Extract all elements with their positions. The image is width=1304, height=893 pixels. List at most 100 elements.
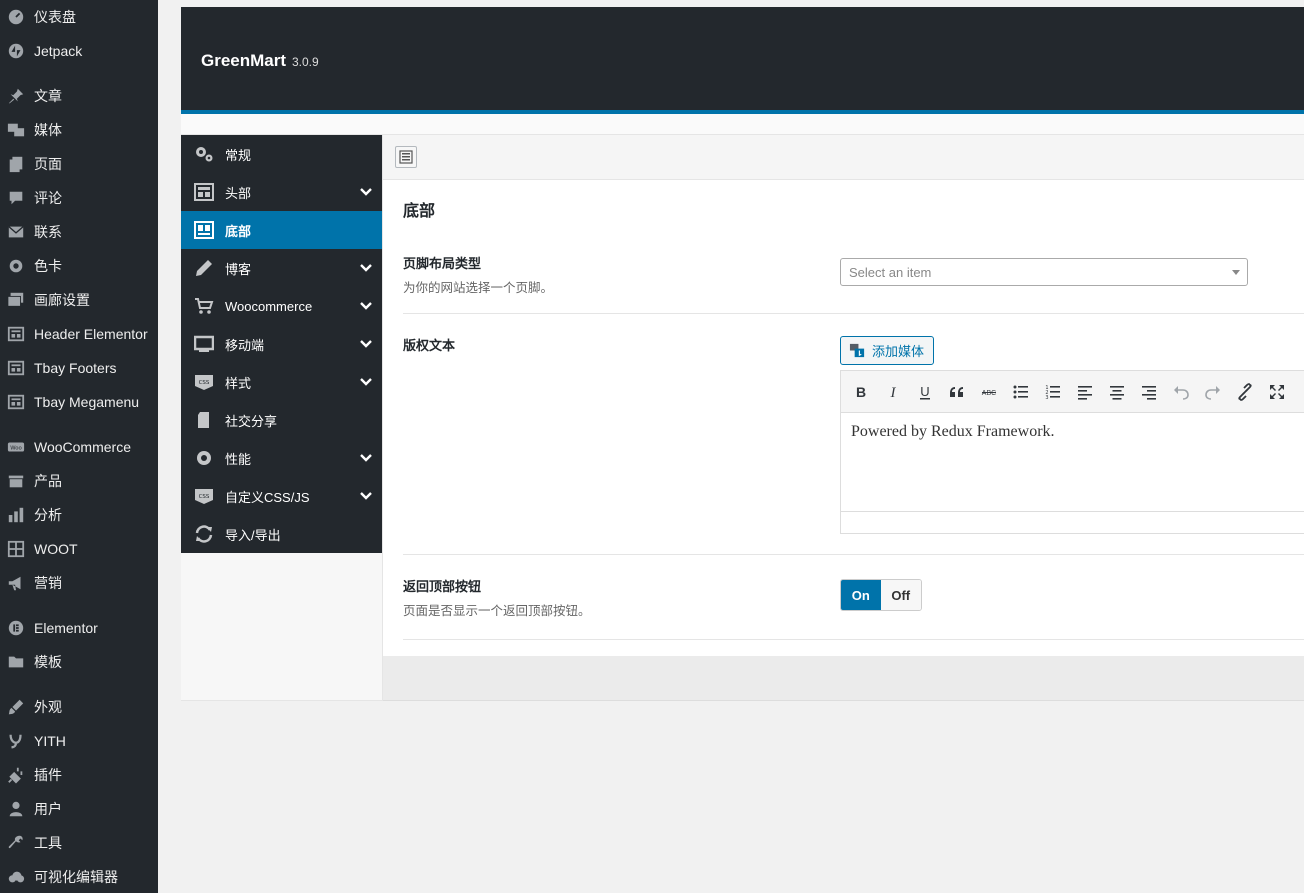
admin-menu-label: 媒体 <box>34 122 62 138</box>
admin-menu-elementor[interactable]: Elementor <box>0 613 158 643</box>
toggle-on-button[interactable]: On <box>841 580 881 610</box>
admin-menu-templates[interactable]: 模板 <box>0 647 158 677</box>
options-menu-label: 样式 <box>225 375 252 391</box>
footer-layout-title: 页脚布局类型 <box>403 256 482 271</box>
admin-menu-gallery[interactable]: 画廊设置 <box>0 285 158 315</box>
admin-menu-tbay-megamenu[interactable]: Tbay Megamenu <box>0 387 158 417</box>
svg-text:B: B <box>856 384 866 400</box>
cog-icon <box>193 448 215 468</box>
yith-icon <box>6 731 26 751</box>
options-menu-mobile[interactable]: 移动端 <box>181 325 382 363</box>
admin-menu-contact[interactable]: 联系 <box>0 217 158 247</box>
italic-icon[interactable]: I <box>882 381 904 403</box>
footer-layout-select[interactable]: Select an item <box>840 258 1248 286</box>
admin-menu-visual-editor[interactable]: 可视化编辑器 <box>0 862 158 892</box>
options-menu-custom-css-js[interactable]: CSS 自定义CSS/JS <box>181 477 382 515</box>
admin-menu-label: Elementor <box>34 620 98 636</box>
options-menu-blog[interactable]: 博客 <box>181 249 382 287</box>
css-icon: CSS <box>193 372 215 392</box>
strikethrough-icon[interactable]: ABC <box>978 381 1000 403</box>
admin-menu-marketing[interactable]: 营销 <box>0 568 158 598</box>
admin-menu-products[interactable]: 产品 <box>0 466 158 496</box>
chevron-down-icon[interactable] <box>360 262 372 274</box>
options-menu-woocommerce[interactable]: Woocommerce <box>181 287 382 325</box>
add-media-label: 添加媒体 <box>872 344 925 359</box>
admin-menu-label: Header Elementor <box>34 326 148 342</box>
options-menu-label: 性能 <box>225 451 252 467</box>
add-media-button[interactable]: 添加媒体 <box>840 336 934 365</box>
admin-menu-dashboard[interactable]: 仪表盘 <box>0 2 158 32</box>
options-header: GreenMart 3.0.9 <box>181 7 1304 114</box>
undo-icon[interactable] <box>1170 381 1192 403</box>
options-menu-label: Woocommerce <box>225 298 313 314</box>
align-right-icon[interactable] <box>1138 381 1160 403</box>
numbered-list-icon[interactable]: 123 <box>1042 381 1064 403</box>
monitor-icon <box>193 334 215 354</box>
admin-menu-header-elementor[interactable]: Header Elementor <box>0 319 158 349</box>
options-menu-performance[interactable]: 性能 <box>181 439 382 477</box>
admin-menu-woot[interactable]: WOOT <box>0 534 158 564</box>
admin-menu-plugins[interactable]: 插件 <box>0 760 158 790</box>
chart-icon <box>6 505 26 525</box>
admin-menu-appearance[interactable]: 外观 <box>0 692 158 722</box>
expand-options-button[interactable] <box>395 146 417 168</box>
align-left-icon[interactable] <box>1074 381 1096 403</box>
chevron-down-icon[interactable] <box>360 490 372 502</box>
underline-icon[interactable]: U <box>914 381 936 403</box>
admin-menu-label: Tbay Megamenu <box>34 394 140 410</box>
redo-icon[interactable] <box>1202 381 1224 403</box>
blockquote-icon[interactable] <box>946 381 968 403</box>
options-menu-styles[interactable]: CSS 样式 <box>181 363 382 401</box>
admin-menu-comments[interactable]: 评论 <box>0 183 158 213</box>
options-menu-general[interactable]: 常规 <box>181 135 382 173</box>
wrench-icon <box>6 833 26 853</box>
cloud-icon <box>6 867 26 887</box>
admin-menu-label: 评论 <box>34 190 62 206</box>
header-layout-icon <box>193 182 215 202</box>
jetpack-icon <box>6 41 26 61</box>
admin-menu-analytics[interactable]: 分析 <box>0 500 158 530</box>
chevron-down-icon[interactable] <box>360 376 372 388</box>
theme-version: 3.0.9 <box>292 55 319 69</box>
admin-menu-tools[interactable]: 工具 <box>0 828 158 858</box>
admin-menu-jetpack[interactable]: Jetpack <box>0 36 158 66</box>
admin-menu-users[interactable]: 用户 <box>0 794 158 824</box>
dashboard-icon <box>6 7 26 27</box>
admin-menu-label: 插件 <box>34 767 62 783</box>
options-menu-social-share[interactable]: 社交分享 <box>181 401 382 439</box>
refresh-icon <box>193 524 215 544</box>
options-subheader <box>181 114 1304 135</box>
chevron-down-icon[interactable] <box>360 186 372 198</box>
chevron-down-icon[interactable] <box>360 338 372 350</box>
admin-menu-pages[interactable]: 页面 <box>0 149 158 179</box>
footer-layout-description: 为你的网站选择一个页脚。 <box>403 281 554 295</box>
options-menu-import-export[interactable]: 导入/导出 <box>181 515 382 553</box>
toggle-off-button[interactable]: Off <box>880 580 921 610</box>
chevron-down-icon[interactable] <box>360 300 372 312</box>
admin-menu-label: 页面 <box>34 156 62 172</box>
admin-menu-media[interactable]: 媒体 <box>0 115 158 145</box>
editor-content[interactable]: Powered by Redux Framework. <box>851 423 1055 441</box>
fullscreen-icon[interactable] <box>1266 381 1288 403</box>
admin-menu-label: 色卡 <box>34 258 62 274</box>
options-menu-header[interactable]: 头部 <box>181 173 382 211</box>
options-menu-footer[interactable]: 底部 <box>181 211 382 249</box>
gear-icon <box>6 256 26 276</box>
admin-menu-posts[interactable]: 文章 <box>0 81 158 111</box>
media-icon <box>6 120 26 140</box>
admin-menu-label: YITH <box>34 733 66 749</box>
svg-text:ABC: ABC <box>982 390 996 397</box>
admin-menu-yith[interactable]: YITH <box>0 726 158 756</box>
admin-menu-swatches[interactable]: 色卡 <box>0 251 158 281</box>
bullet-list-icon[interactable] <box>1010 381 1032 403</box>
chevron-down-icon[interactable] <box>360 452 372 464</box>
layout-icon <box>6 358 26 378</box>
bold-icon[interactable]: B <box>850 381 872 403</box>
admin-menu-label: 模板 <box>34 654 62 670</box>
link-icon[interactable] <box>1234 381 1256 403</box>
gallery-icon <box>6 290 26 310</box>
admin-menu-tbay-footers[interactable]: Tbay Footers <box>0 353 158 383</box>
admin-menu-woocommerce[interactable]: Woo WooCommerce <box>0 432 158 462</box>
align-center-icon[interactable] <box>1106 381 1128 403</box>
options-menu-label: 社交分享 <box>225 413 278 429</box>
